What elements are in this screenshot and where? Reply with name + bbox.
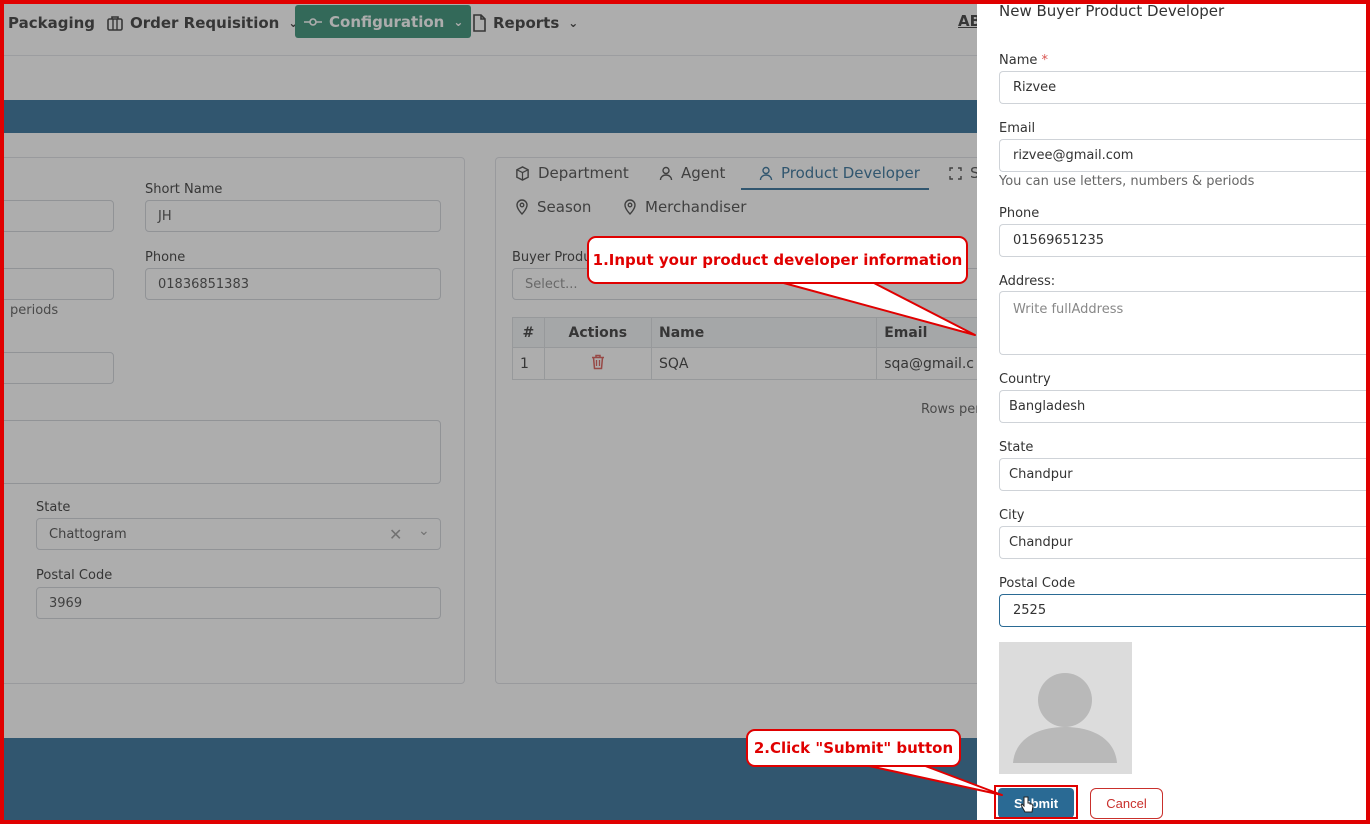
email-input[interactable]: rizvee@gmail.com: [999, 139, 1370, 172]
email-value: rizvee@gmail.com: [1013, 148, 1134, 163]
phone-input[interactable]: 01569651235: [999, 224, 1370, 257]
postal-code-label: Postal Code: [999, 576, 1076, 591]
drawer-title: New Buyer Product Developer: [999, 2, 1225, 20]
address-placeholder: Write fullAddress: [1013, 302, 1124, 317]
city-select[interactable]: Chandpur: [999, 526, 1370, 559]
cancel-button[interactable]: Cancel: [1090, 788, 1163, 819]
city-value: Chandpur: [1009, 535, 1073, 550]
state-value: Chandpur: [1009, 467, 1073, 482]
required-asterisk: *: [1041, 53, 1049, 68]
postal-code-input[interactable]: 2525: [999, 594, 1370, 627]
address-label: Address:: [999, 274, 1056, 289]
submit-highlight-box: [994, 785, 1078, 819]
name-label: Name *: [999, 53, 1048, 68]
country-value: Bangladesh: [1009, 399, 1086, 414]
country-label: Country: [999, 372, 1051, 387]
postal-code-value: 2525: [1013, 603, 1047, 618]
phone-label: Phone: [999, 206, 1040, 221]
email-label: Email: [999, 121, 1036, 136]
email-help-text: You can use letters, numbers & periods: [999, 174, 1255, 189]
hand-cursor-icon: [1020, 796, 1034, 813]
phone-value: 01569651235: [1013, 233, 1104, 248]
country-select[interactable]: Bangladesh: [999, 390, 1370, 423]
name-label-text: Name: [999, 53, 1038, 68]
annotation-step-2-text: 2.Click "Submit" button: [753, 739, 954, 757]
annotation-step-2: 2.Click "Submit" button: [746, 729, 961, 767]
annotation-step-1-text: 1.Input your product developer informati…: [592, 251, 963, 269]
city-label: City: [999, 508, 1025, 523]
avatar-placeholder-icon: [1013, 673, 1117, 763]
name-input[interactable]: Rizvee: [999, 71, 1370, 104]
address-textarea[interactable]: Write fullAddress: [999, 291, 1370, 355]
state-label: State: [999, 440, 1034, 455]
state-select[interactable]: Chandpur: [999, 458, 1370, 491]
avatar-upload[interactable]: [999, 642, 1132, 774]
name-value: Rizvee: [1013, 80, 1057, 95]
annotation-step-1: 1.Input your product developer informati…: [587, 236, 968, 284]
